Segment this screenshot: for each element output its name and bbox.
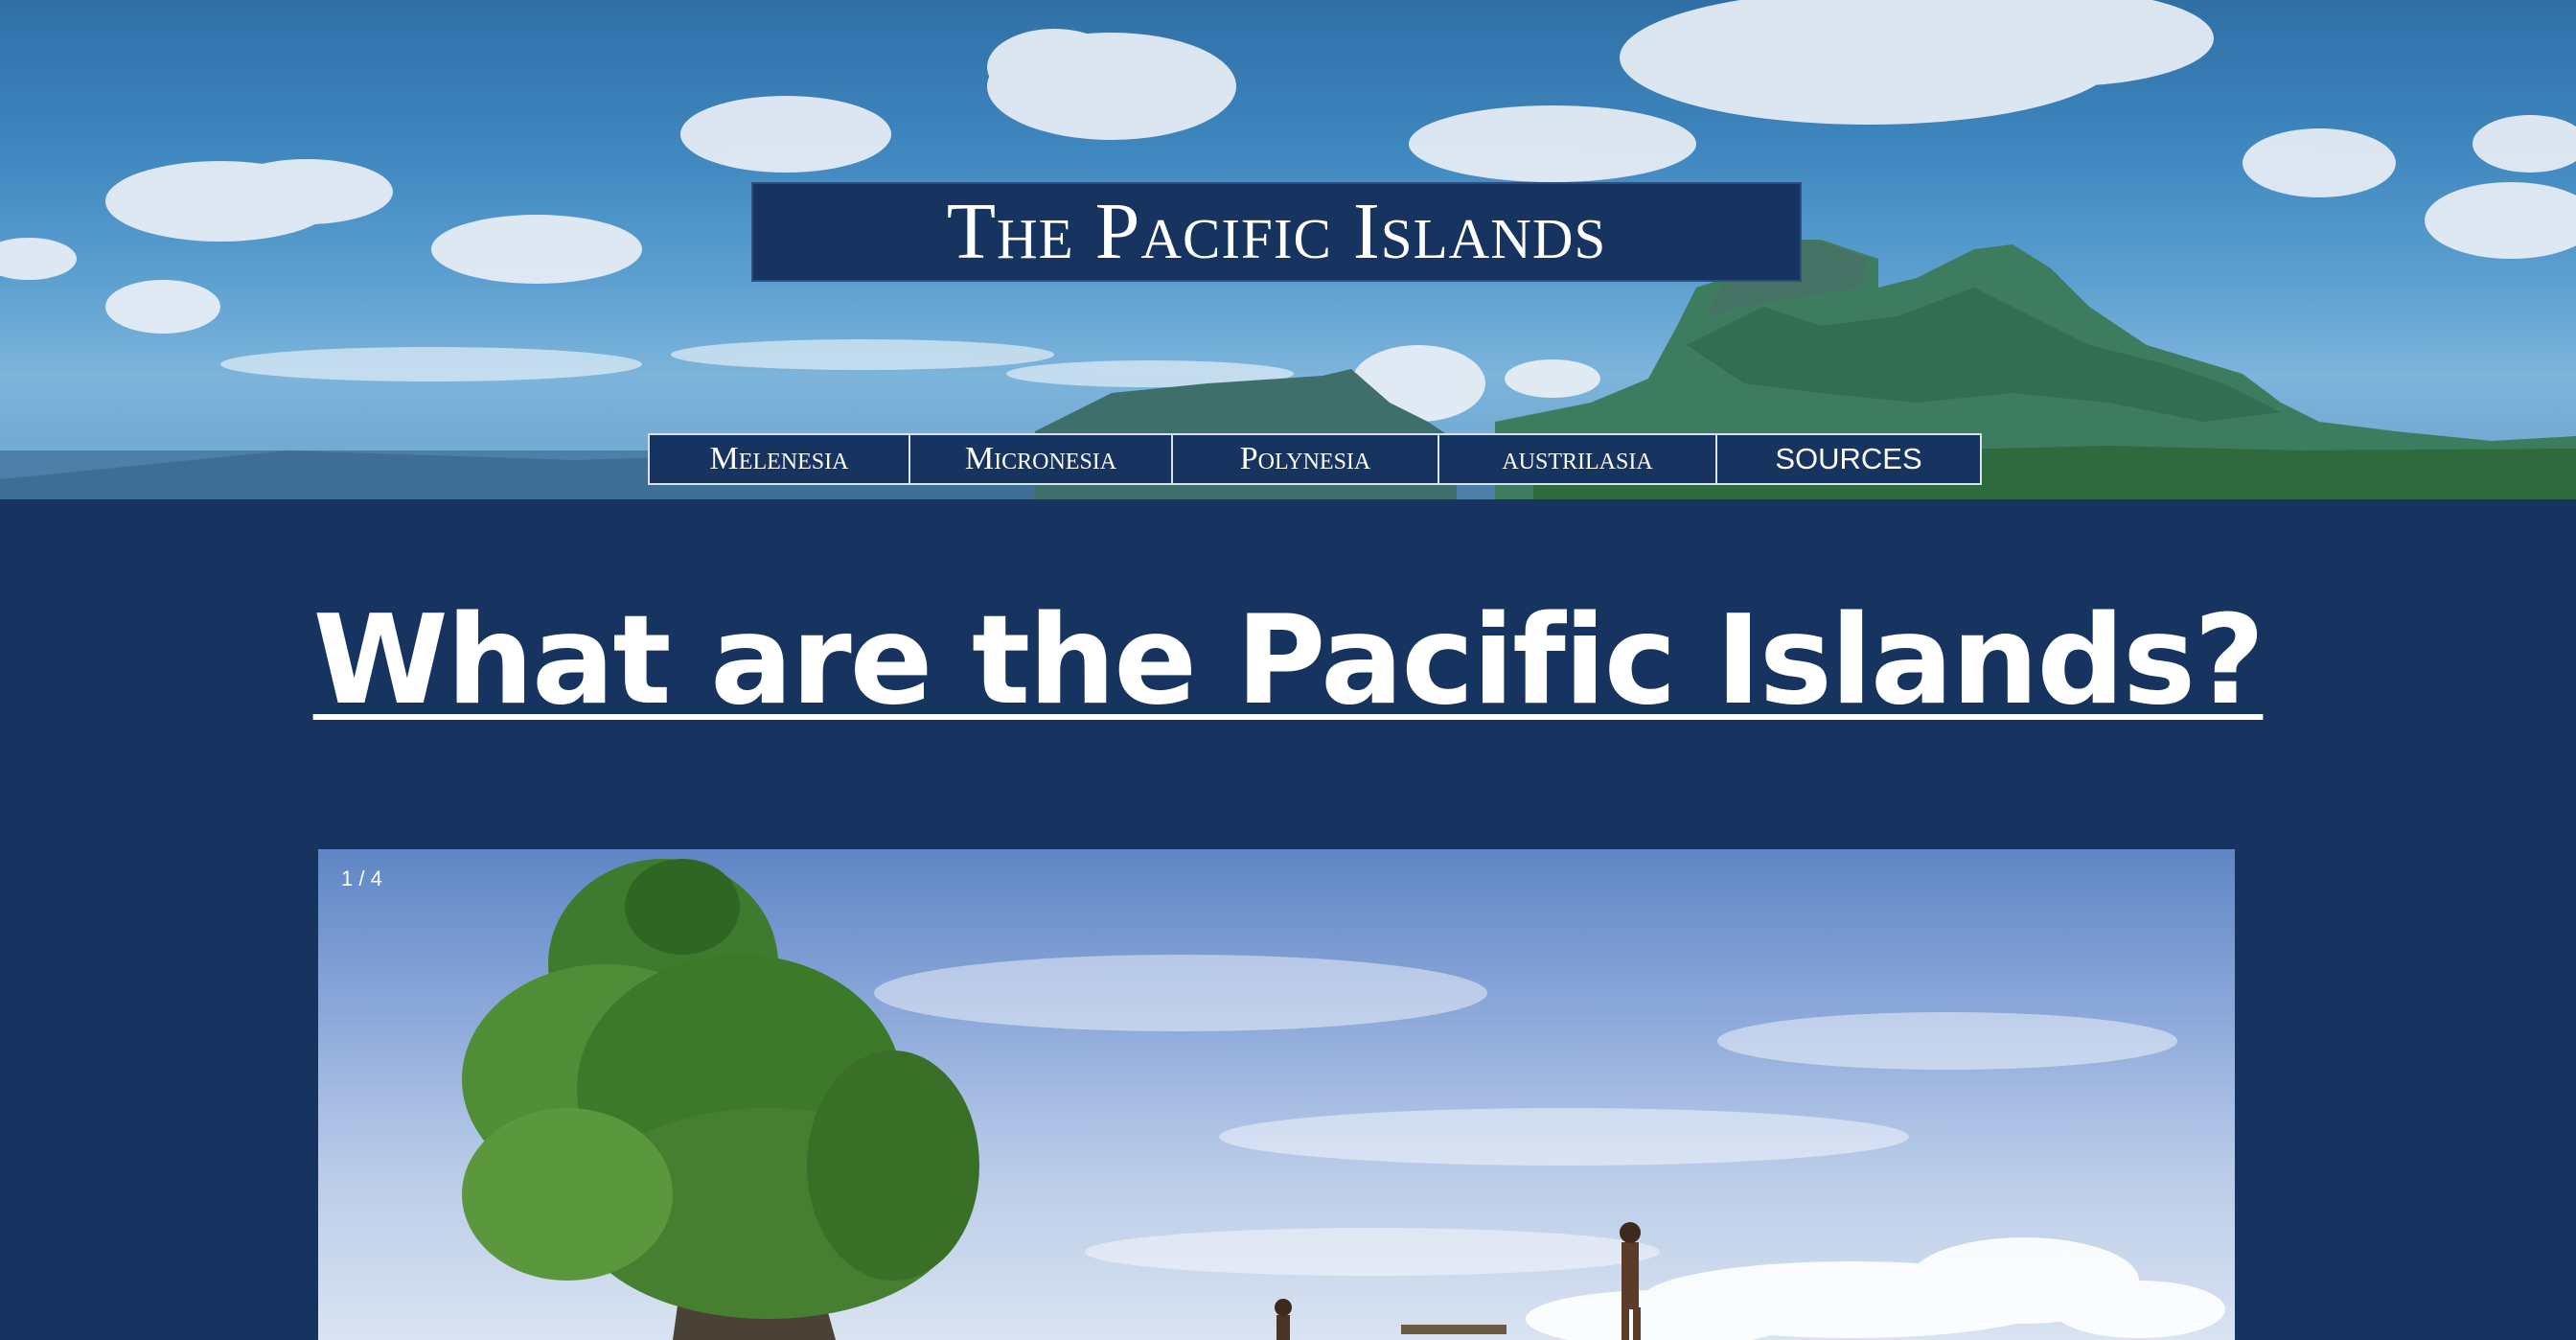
site-title: The Pacific Islands [946, 187, 1607, 276]
page-heading-link[interactable]: What are the Pacific Islands? [0, 593, 2576, 729]
nav-item-austrilasia[interactable]: austrilasia [1438, 433, 1717, 485]
main-nav: Melenesia Micronesia Polynesia austrilas… [648, 433, 1982, 485]
nav-item-micronesia[interactable]: Micronesia [908, 433, 1173, 485]
nav-item-melenesia[interactable]: Melenesia [648, 433, 910, 485]
image-slideshow[interactable]: 1 / 4 [318, 849, 2235, 1340]
heading-section: What are the Pacific Islands? [0, 593, 2576, 729]
header-banner: The Pacific Islands Melenesia Micronesia… [0, 0, 2576, 499]
nav-item-sources[interactable]: SOURCES [1715, 433, 1982, 485]
nav-item-polynesia[interactable]: Polynesia [1171, 433, 1439, 485]
slide-image [462, 859, 2225, 1340]
slide-counter: 1 / 4 [341, 866, 382, 890]
site-title-box[interactable]: The Pacific Islands [751, 182, 1802, 282]
